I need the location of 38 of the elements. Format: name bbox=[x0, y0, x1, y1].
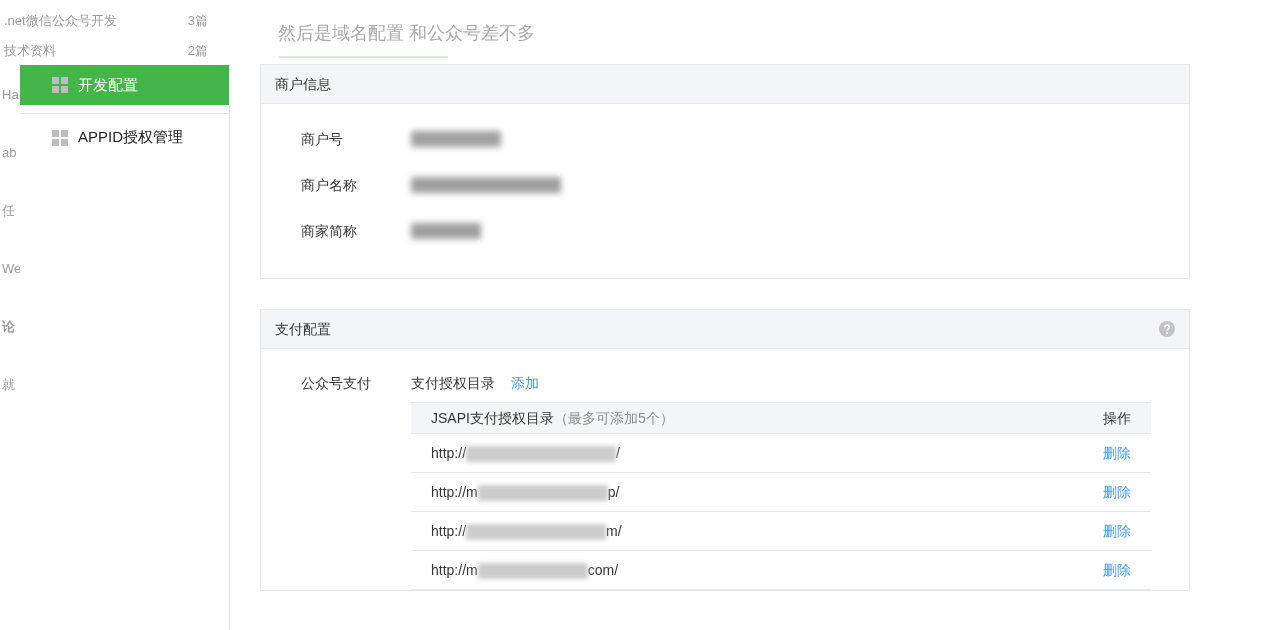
grid-icon bbox=[52, 129, 68, 146]
field-label: 公众号支付 bbox=[301, 374, 372, 393]
url-text: http:// bbox=[431, 522, 467, 539]
column-header: JSAPI支付授权目录（最多可添加5个） bbox=[411, 402, 1008, 434]
article-title: Ha bbox=[2, 86, 19, 105]
delete-link[interactable]: 删除 bbox=[1103, 444, 1131, 461]
url-text: com/ bbox=[587, 561, 619, 578]
article-count: 3篇 bbox=[187, 12, 208, 31]
add-link[interactable]: 添加 bbox=[511, 373, 539, 394]
article-title: 技术资料 bbox=[4, 42, 56, 61]
card-title: 商户信息 bbox=[275, 74, 331, 94]
url-text: p/ bbox=[607, 483, 620, 500]
delete-link[interactable]: 删除 bbox=[1103, 522, 1131, 539]
article-count: 2篇 bbox=[187, 42, 208, 61]
url-text: m/ bbox=[606, 522, 622, 539]
url-text: / bbox=[616, 444, 620, 461]
card-title: 支付配置 bbox=[275, 319, 331, 339]
article-title: ab bbox=[2, 144, 17, 163]
delete-link[interactable]: 删除 bbox=[1103, 561, 1131, 578]
url-text: http://m bbox=[431, 561, 478, 578]
column-header: 操作 bbox=[1007, 402, 1151, 434]
comment-text: 就 bbox=[2, 376, 15, 395]
redacted-value bbox=[411, 223, 481, 239]
field-label: 商户号 bbox=[301, 129, 344, 149]
field-label: 商户名称 bbox=[301, 175, 358, 195]
field-label: 支付授权目录 bbox=[411, 374, 495, 393]
url-text: http:// bbox=[431, 444, 467, 461]
article-title: .net微信公众号开发 bbox=[4, 12, 117, 31]
delete-link[interactable]: 删除 bbox=[1103, 483, 1131, 500]
help-icon[interactable] bbox=[1159, 321, 1175, 337]
article-title: 任 bbox=[2, 202, 15, 221]
url-text: http://m bbox=[431, 483, 478, 500]
field-label: 商家简称 bbox=[301, 221, 358, 241]
sidebar-item[interactable]: 开发配置 bbox=[20, 65, 229, 105]
article-title: We bbox=[2, 260, 22, 279]
page-heading: 然后是域名配置 和公众号差不多 bbox=[278, 23, 535, 43]
section-heading: 论 bbox=[2, 318, 15, 337]
grid-icon bbox=[52, 77, 68, 93]
